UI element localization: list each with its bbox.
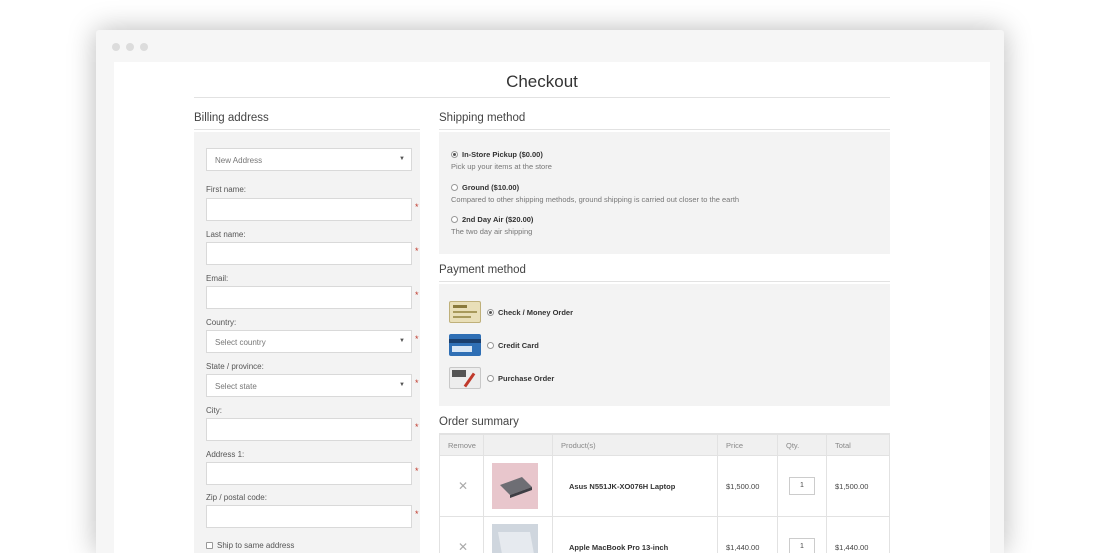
shipping-option-name: In-Store Pickup ($0.00) xyxy=(462,150,543,159)
city-label: City: xyxy=(206,406,222,415)
column-header-total: Total xyxy=(835,440,851,450)
payment-option-credit-card[interactable]: Credit Card xyxy=(449,334,539,356)
product-price: $1,500.00 xyxy=(718,456,778,516)
column-header-qty: Qty. xyxy=(778,435,827,455)
column-header-remove: Remove xyxy=(440,435,484,455)
shipping-option-desc: The two day air shipping xyxy=(451,227,533,236)
last-name-label: Last name: xyxy=(206,230,246,239)
ship-same-checkbox[interactable] xyxy=(206,542,213,549)
country-select-value: Select country xyxy=(215,338,266,347)
city-input[interactable] xyxy=(206,418,412,441)
radio-button[interactable] xyxy=(451,151,458,158)
window-dot-minimize[interactable] xyxy=(126,43,134,51)
product-total: $1,500.00 xyxy=(835,481,869,491)
required-marker: * xyxy=(415,509,419,519)
remove-icon[interactable]: ✕ xyxy=(448,540,468,553)
product-thumbnail[interactable] xyxy=(492,463,538,509)
email-input[interactable] xyxy=(206,286,412,309)
browser-window: Checkout Billing address New Address ▼ F… xyxy=(96,30,1004,553)
chevron-down-icon: ▼ xyxy=(399,382,405,388)
country-label: Country: xyxy=(206,318,237,327)
zip-input[interactable] xyxy=(206,505,412,528)
table-row: ✕ Asus N551JK-XO076H Laptop $1,500.00 1 … xyxy=(439,456,890,517)
billing-form: New Address ▼ First name: * Last name: *… xyxy=(194,132,420,553)
payment-option-check[interactable]: Check / Money Order xyxy=(449,301,573,323)
payment-divider xyxy=(439,281,890,282)
radio-button[interactable] xyxy=(451,216,458,223)
page-viewport: Checkout Billing address New Address ▼ F… xyxy=(114,62,990,553)
quantity-input[interactable]: 1 xyxy=(789,538,815,553)
required-marker: * xyxy=(415,290,419,300)
remove-icon[interactable]: ✕ xyxy=(448,479,468,493)
product-name-link[interactable]: Apple MacBook Pro 13-inch xyxy=(561,543,668,552)
payment-option-purchase-order[interactable]: Purchase Order xyxy=(449,367,554,389)
required-marker: * xyxy=(415,202,419,212)
column-header-products: Product(s) xyxy=(553,435,718,455)
radio-button[interactable] xyxy=(487,374,494,382)
required-marker: * xyxy=(415,466,419,476)
quantity-input[interactable]: 1 xyxy=(789,477,815,495)
address1-input[interactable] xyxy=(206,462,412,485)
address-select[interactable]: New Address ▼ xyxy=(206,148,412,171)
column-header-image xyxy=(484,435,553,455)
payment-option-name: Purchase Order xyxy=(498,373,555,383)
product-price: $1,440.00 xyxy=(718,517,778,553)
shipping-option-name: 2nd Day Air ($20.00) xyxy=(462,215,534,224)
state-label: State / province: xyxy=(206,362,264,371)
product-total: $1,440.00 xyxy=(835,542,869,552)
ship-same-label: Ship to same address xyxy=(217,541,295,550)
required-marker: * xyxy=(415,422,419,432)
shipping-option-name: Ground ($10.00) xyxy=(462,183,520,192)
shipping-divider xyxy=(439,129,890,130)
window-dot-close[interactable] xyxy=(112,43,120,51)
required-marker: * xyxy=(415,246,419,256)
credit-card-icon xyxy=(449,334,481,356)
title-divider xyxy=(194,97,890,98)
shipping-options: In-Store Pickup ($0.00) Pick up your ite… xyxy=(439,132,890,254)
state-select[interactable]: Select state ▼ xyxy=(206,374,412,397)
window-controls xyxy=(112,43,148,51)
product-thumbnail[interactable] xyxy=(492,524,538,553)
chevron-down-icon: ▼ xyxy=(399,156,405,162)
shipping-title: Shipping method xyxy=(439,112,526,124)
last-name-input[interactable] xyxy=(206,242,412,265)
payment-options: Check / Money Order Credit Card Purchase… xyxy=(439,284,890,406)
payment-title: Payment method xyxy=(439,264,526,276)
purchase-order-icon xyxy=(449,367,481,389)
zip-label: Zip / postal code: xyxy=(206,493,267,502)
shipping-option-ground[interactable]: Ground ($10.00) Compared to other shippi… xyxy=(451,183,739,204)
shipping-option-desc: Pick up your items at the store xyxy=(451,162,552,171)
window-dot-maximize[interactable] xyxy=(140,43,148,51)
payment-option-name: Credit Card xyxy=(498,340,539,350)
chevron-down-icon: ▼ xyxy=(399,338,405,344)
radio-button[interactable] xyxy=(487,341,494,349)
check-icon xyxy=(449,301,481,323)
order-summary-title: Order summary xyxy=(439,416,519,428)
shipping-option-2nd-day-air[interactable]: 2nd Day Air ($20.00) The two day air shi… xyxy=(451,215,533,236)
first-name-input[interactable] xyxy=(206,198,412,221)
required-marker: * xyxy=(415,378,419,388)
column-header-price: Price xyxy=(718,435,778,455)
required-marker: * xyxy=(415,334,419,344)
address1-label: Address 1: xyxy=(206,450,245,459)
ship-same-address[interactable]: Ship to same address xyxy=(206,541,294,550)
country-select[interactable]: Select country ▼ xyxy=(206,330,412,353)
billing-title: Billing address xyxy=(194,112,269,124)
shipping-option-pickup[interactable]: In-Store Pickup ($0.00) Pick up your ite… xyxy=(451,150,552,171)
radio-button[interactable] xyxy=(487,308,494,316)
radio-button[interactable] xyxy=(451,184,458,191)
billing-divider xyxy=(194,129,420,130)
state-select-value: Select state xyxy=(215,382,257,391)
address-select-value: New Address xyxy=(215,156,263,165)
first-name-label: First name: xyxy=(206,185,247,194)
shipping-option-desc: Compared to other shipping methods, grou… xyxy=(451,195,740,204)
page-title: Checkout xyxy=(506,72,578,91)
product-name-link[interactable]: Asus N551JK-XO076H Laptop xyxy=(561,482,675,491)
table-header: Remove Product(s) Price Qty. Total xyxy=(439,434,890,456)
payment-option-name: Check / Money Order xyxy=(498,307,574,317)
table-row: ✕ Apple MacBook Pro 13-inch $1,440.00 1 … xyxy=(439,517,890,553)
order-summary-table: Remove Product(s) Price Qty. Total ✕ Asu… xyxy=(439,434,890,553)
email-label: Email: xyxy=(206,274,229,283)
